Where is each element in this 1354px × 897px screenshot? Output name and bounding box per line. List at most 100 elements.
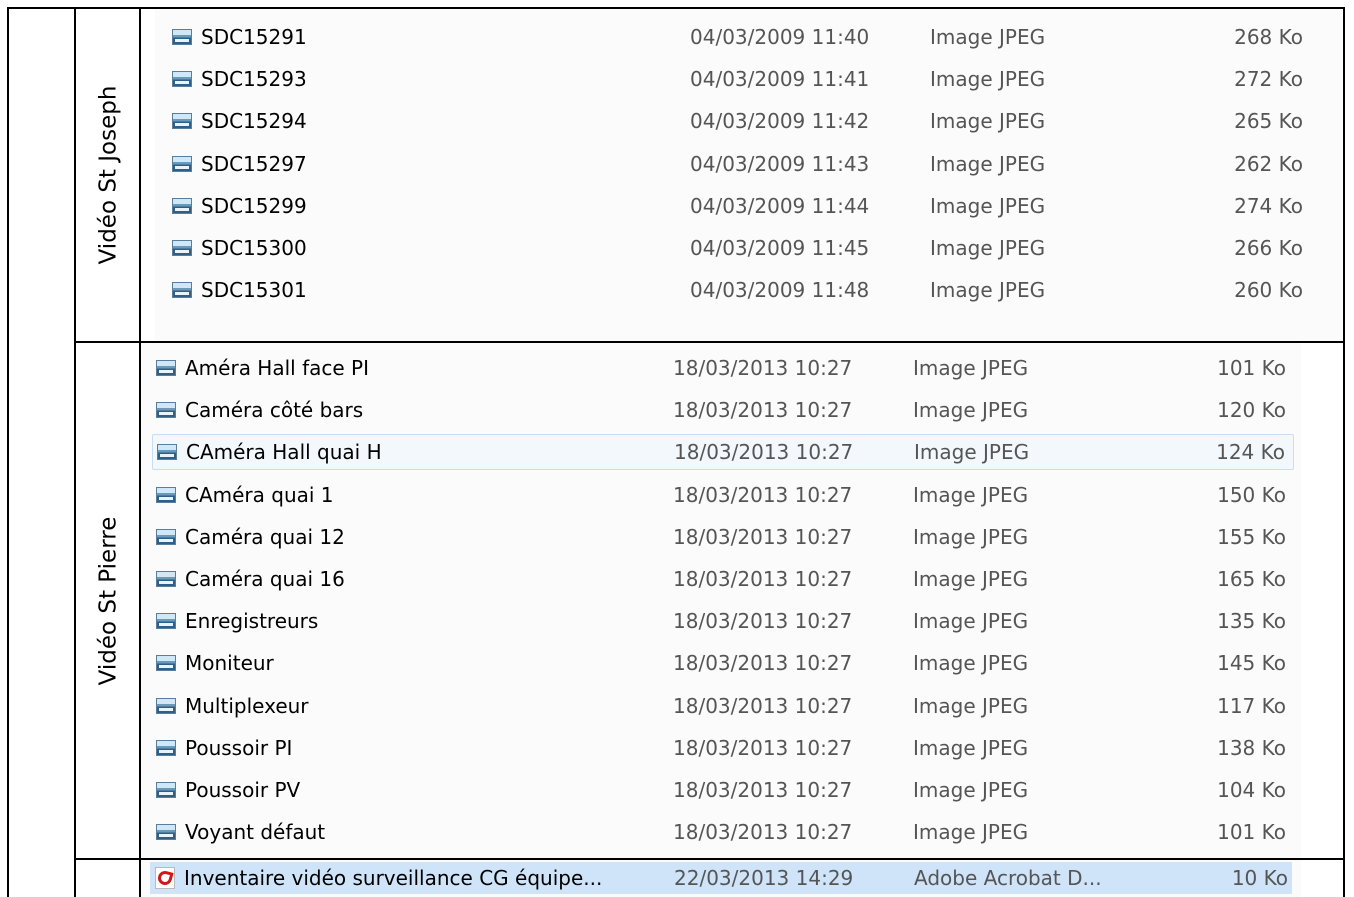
- pdf-file-icon: [155, 867, 175, 889]
- image-file-icon: [156, 571, 176, 587]
- image-file-icon: [156, 782, 176, 798]
- file-size: 135 Ko: [1217, 609, 1286, 633]
- file-date: 22/03/2013 14:29: [674, 866, 854, 890]
- image-file-icon: [172, 113, 192, 129]
- file-type: Image JPEG: [913, 356, 1029, 380]
- file-row[interactable]: CAméra Hall quai H 18/03/2013 10:27 Image …: [152, 434, 1294, 470]
- image-file-icon: [172, 282, 192, 298]
- file-row[interactable]: Inventaire vidéo surveillance CG équipe.…: [150, 862, 1292, 894]
- file-type: Image JPEG: [930, 194, 1046, 218]
- file-date: 18/03/2013 10:27: [673, 736, 853, 760]
- image-file-icon: [156, 655, 176, 671]
- file-type: Image JPEG: [930, 278, 1046, 302]
- section-label-st-joseph: Vidéo St Joseph: [76, 9, 140, 341]
- file-row[interactable]: SDC15294 04/03/2009 11:42 Image JPEG 265 Ko: [168, 103, 1318, 139]
- file-date: 18/03/2013 10:27: [673, 398, 853, 422]
- file-date: 18/03/2013 10:27: [673, 820, 853, 844]
- file-type: Image JPEG: [913, 736, 1029, 760]
- file-name: CAméra quai 1: [185, 483, 334, 507]
- file-size: 268 Ko: [1234, 25, 1303, 49]
- file-name: Multiplexeur: [185, 694, 309, 718]
- file-type: Image JPEG: [913, 820, 1029, 844]
- file-type: Image JPEG: [913, 567, 1029, 591]
- file-row[interactable]: Moniteur 18/03/2013 10:27 Image JPEG 145 Ko: [152, 645, 1294, 681]
- file-row[interactable]: Multiplexeur 18/03/2013 10:27 Image JPEG 11…: [152, 688, 1294, 724]
- file-row[interactable]: Caméra côté bars 18/03/2013 10:27 Image JP…: [152, 392, 1294, 428]
- file-type: Image JPEG: [913, 651, 1029, 675]
- file-name: SDC15297: [201, 152, 307, 176]
- file-size: 274 Ko: [1234, 194, 1303, 218]
- file-name: CAméra Hall quai H: [186, 440, 382, 464]
- file-name: Améra Hall face PI: [185, 356, 369, 380]
- file-name: Moniteur: [185, 651, 274, 675]
- file-size: 138 Ko: [1217, 736, 1286, 760]
- file-date: 18/03/2013 10:27: [673, 609, 853, 633]
- file-date: 04/03/2009 11:40: [690, 25, 870, 49]
- image-file-icon: [156, 529, 176, 545]
- file-date: 04/03/2009 11:41: [690, 67, 870, 91]
- section-label-third: [76, 860, 140, 897]
- file-row[interactable]: Poussoir PI 18/03/2013 10:27 Image JPEG 138…: [152, 730, 1294, 766]
- file-type: Image JPEG: [930, 236, 1046, 260]
- section-label-text: Vidéo St Pierre: [95, 516, 121, 685]
- file-row[interactable]: SDC15300 04/03/2009 11:45 Image JPEG 266 Ko: [168, 230, 1318, 266]
- file-date: 18/03/2013 10:27: [673, 525, 853, 549]
- image-file-icon: [156, 487, 176, 503]
- file-row[interactable]: Poussoir PV 18/03/2013 10:27 Image JPEG 104…: [152, 772, 1294, 808]
- table-border-right: [1343, 7, 1345, 897]
- image-file-icon: [156, 824, 176, 840]
- file-type: Image JPEG: [913, 694, 1029, 718]
- file-row[interactable]: Caméra quai 12 18/03/2013 10:27 Image JPEG…: [152, 519, 1294, 555]
- file-size: 272 Ko: [1234, 67, 1303, 91]
- file-row[interactable]: SDC15291 04/03/2009 11:40 Image JPEG 268 Ko: [168, 19, 1318, 55]
- image-file-icon: [172, 240, 192, 256]
- file-row[interactable]: Voyant défaut 18/03/2013 10:27 Image JPEG 1…: [152, 814, 1294, 850]
- image-file-icon: [172, 198, 192, 214]
- file-name: Poussoir PI: [185, 736, 293, 760]
- file-type: Image JPEG: [930, 67, 1046, 91]
- section-label-st-pierre: Vidéo St Pierre: [76, 343, 140, 858]
- file-name: SDC15300: [201, 236, 307, 260]
- file-date: 18/03/2013 10:27: [673, 651, 853, 675]
- file-name: SDC15301: [201, 278, 307, 302]
- file-date: 18/03/2013 10:27: [673, 778, 853, 802]
- file-row[interactable]: CAméra quai 1 18/03/2013 10:27 Image JPEG 1…: [152, 477, 1294, 513]
- file-type: Adobe Acrobat D...: [914, 866, 1102, 890]
- file-date: 18/03/2013 10:27: [673, 694, 853, 718]
- file-type: Image JPEG: [913, 398, 1029, 422]
- file-date: 04/03/2009 11:43: [690, 152, 870, 176]
- file-name: Caméra côté bars: [185, 398, 364, 422]
- file-row[interactable]: Améra Hall face PI 18/03/2013 10:27 Image …: [152, 350, 1294, 386]
- file-size: 266 Ko: [1234, 236, 1303, 260]
- file-size: 262 Ko: [1234, 152, 1303, 176]
- file-name: SDC15291: [201, 25, 307, 49]
- file-row[interactable]: Enregistreurs 18/03/2013 10:27 Image JPEG 1…: [152, 603, 1294, 639]
- file-date: 04/03/2009 11:45: [690, 236, 870, 260]
- file-name: SDC15294: [201, 109, 307, 133]
- file-type: Image JPEG: [913, 483, 1029, 507]
- file-date: 04/03/2009 11:44: [690, 194, 870, 218]
- file-row[interactable]: SDC15301 04/03/2009 11:48 Image JPEG 260 Ko: [168, 272, 1318, 308]
- file-type: Image JPEG: [930, 109, 1046, 133]
- file-size: 120 Ko: [1217, 398, 1286, 422]
- file-row[interactable]: SDC15299 04/03/2009 11:44 Image JPEG 274 Ko: [168, 188, 1318, 224]
- file-size: 260 Ko: [1234, 278, 1303, 302]
- file-type: Image JPEG: [930, 25, 1046, 49]
- file-date: 04/03/2009 11:48: [690, 278, 870, 302]
- image-file-icon: [156, 698, 176, 714]
- file-name: Caméra quai 12: [185, 525, 345, 549]
- image-file-icon: [156, 613, 176, 629]
- file-date: 04/03/2009 11:42: [690, 109, 870, 133]
- file-size: 104 Ko: [1217, 778, 1286, 802]
- table-border-left: [7, 7, 9, 897]
- file-size: 101 Ko: [1217, 356, 1286, 380]
- file-date: 18/03/2013 10:27: [673, 356, 853, 380]
- file-size: 124 Ko: [1216, 440, 1285, 464]
- file-size: 101 Ko: [1217, 820, 1286, 844]
- file-size: 165 Ko: [1217, 567, 1286, 591]
- file-row[interactable]: Caméra quai 16 18/03/2013 10:27 Image JPEG…: [152, 561, 1294, 597]
- file-row[interactable]: SDC15297 04/03/2009 11:43 Image JPEG 262 Ko: [168, 146, 1318, 182]
- file-row[interactable]: SDC15293 04/03/2009 11:41 Image JPEG 272 Ko: [168, 61, 1318, 97]
- file-type: Image JPEG: [913, 609, 1029, 633]
- file-name: SDC15293: [201, 67, 307, 91]
